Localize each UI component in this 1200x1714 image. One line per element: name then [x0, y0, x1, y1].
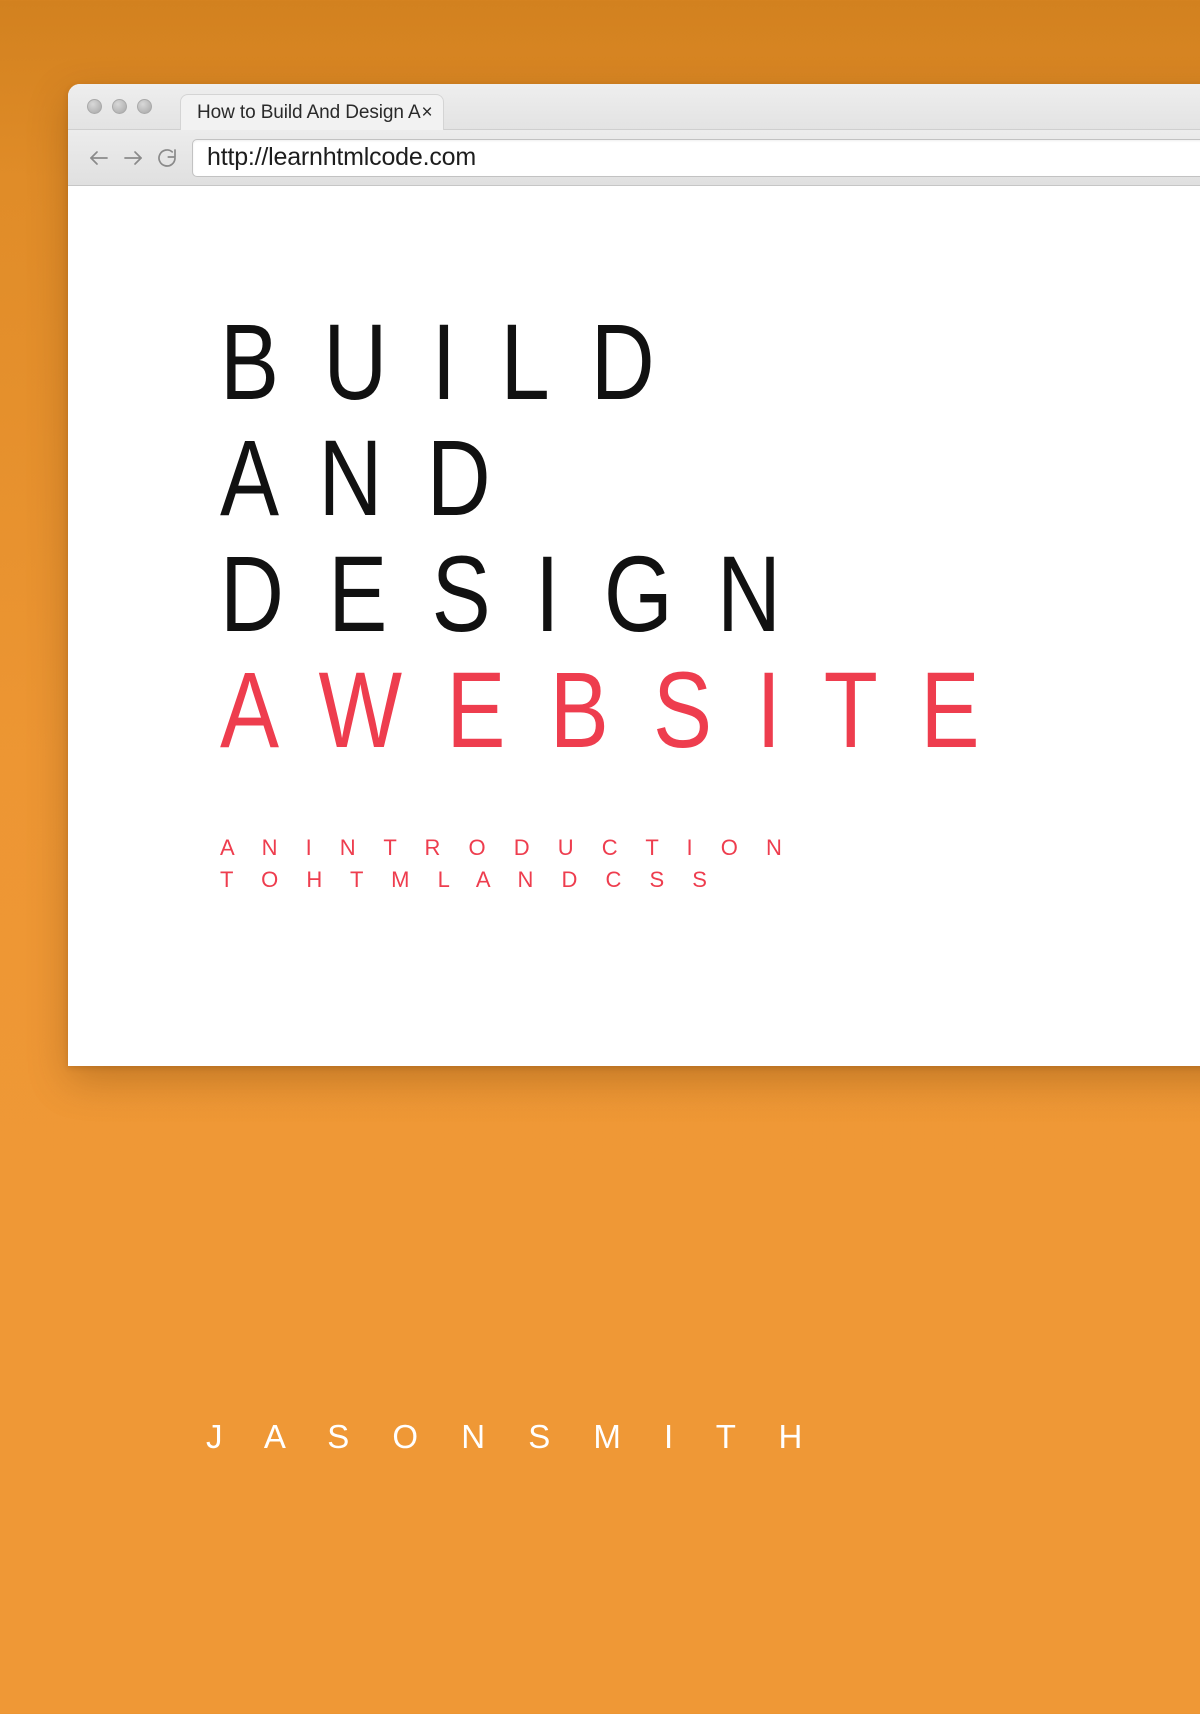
browser-tab-title: How to Build And Design A [197, 101, 421, 123]
book-subtitle: A N I N T R O D U C T I O N T O H T M L … [220, 832, 1200, 896]
back-arrow-icon[interactable] [82, 141, 116, 175]
book-title-line-3: D E S I G N [220, 533, 791, 654]
close-window-button[interactable] [87, 99, 102, 114]
browser-tab[interactable]: How to Build And Design A × [180, 94, 444, 130]
book-title-line-2: A N D [220, 417, 501, 538]
book-title-line-1: B U I L D [220, 301, 665, 422]
address-bar-value: http://learnhtmlcode.com [207, 143, 476, 171]
reload-icon[interactable] [150, 141, 184, 175]
book-subtitle-line-1: A N I N T R O D U C T I O N [220, 835, 793, 860]
book-subtitle-line-2: T O H T M L A N D C S S [220, 867, 718, 892]
address-bar[interactable]: http://learnhtmlcode.com [192, 138, 1200, 177]
book-title-accent-line: A W E B S I T E [220, 649, 990, 770]
author-name: J A S O N S M I T H [206, 1418, 820, 1455]
window-controls [87, 99, 152, 114]
browser-titlebar: How to Build And Design A × [68, 84, 1200, 130]
forward-arrow-icon[interactable] [116, 141, 150, 175]
minimize-window-button[interactable] [112, 99, 127, 114]
close-icon[interactable]: × [422, 103, 433, 122]
browser-window-mockup: How to Build And Design A × http://learn… [68, 84, 1200, 1066]
browser-toolbar: http://learnhtmlcode.com [68, 130, 1200, 186]
page-content: B U I L D A N D D E S I G N A W E B S I … [68, 186, 1200, 1066]
maximize-window-button[interactable] [137, 99, 152, 114]
